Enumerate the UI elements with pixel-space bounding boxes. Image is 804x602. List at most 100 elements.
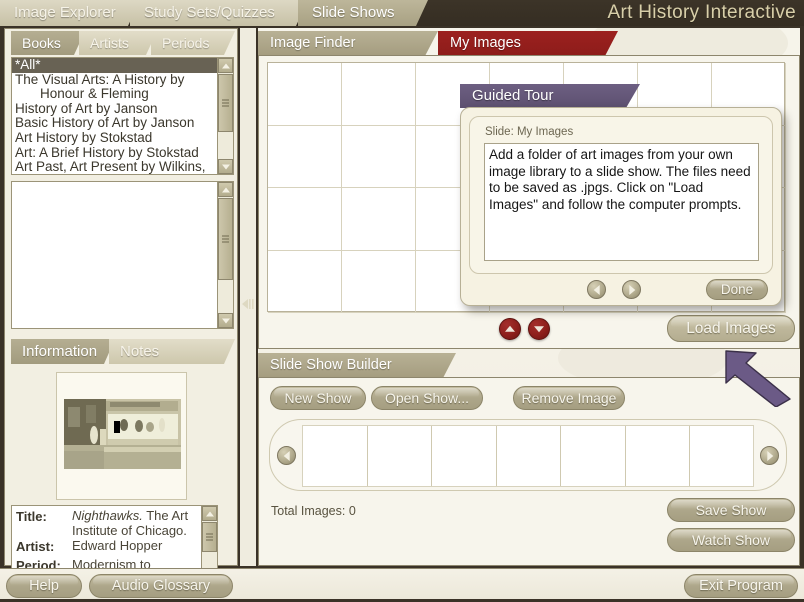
open-show-button[interactable]: Open Show... bbox=[371, 386, 483, 410]
remove-image-button[interactable]: Remove Image bbox=[513, 386, 625, 410]
slide-strip-slot[interactable] bbox=[561, 426, 626, 486]
guided-tour-dialog: Guided Tour Slide: My Images Add a folde… bbox=[460, 84, 782, 306]
guided-tour-body: Slide: My Images Add a folder of art ima… bbox=[460, 107, 782, 306]
books-scrollbar[interactable] bbox=[217, 57, 234, 175]
image-grid-cell[interactable] bbox=[342, 63, 416, 126]
image-grid-cell[interactable] bbox=[268, 250, 342, 313]
artwork-preview-frame bbox=[56, 372, 187, 500]
image-grid-cell[interactable] bbox=[342, 125, 416, 188]
slide-strip-slot[interactable] bbox=[368, 426, 433, 486]
panel-tab-my-images[interactable]: My Images bbox=[438, 31, 618, 56]
info-tab-notes[interactable]: Notes bbox=[109, 339, 235, 364]
left-tab-artists[interactable]: Artists bbox=[79, 31, 157, 55]
help-button[interactable]: Help bbox=[6, 574, 82, 598]
chevron-left-icon bbox=[593, 284, 600, 295]
artist-value: Edward Hopper bbox=[72, 538, 163, 553]
secondary-scroll-up-button[interactable] bbox=[218, 182, 233, 197]
title-label: Title: bbox=[16, 509, 47, 524]
slide-strip-slot[interactable] bbox=[497, 426, 562, 486]
secondary-scroll-thumb[interactable] bbox=[218, 198, 233, 280]
secondary-scrollbar[interactable] bbox=[217, 181, 234, 329]
image-grid-cell[interactable] bbox=[268, 125, 342, 188]
metadata-scroll-thumb[interactable] bbox=[202, 522, 217, 552]
secondary-listbox[interactable] bbox=[11, 181, 218, 329]
books-scroll-down-button[interactable] bbox=[218, 159, 233, 174]
panel-tab-label: My Images bbox=[450, 35, 521, 51]
slide-strip-slot[interactable] bbox=[690, 426, 753, 486]
chevron-left-icon bbox=[283, 450, 290, 461]
books-scroll-thumb[interactable] bbox=[218, 74, 233, 132]
guided-tour-title-tab: Guided Tour bbox=[460, 84, 640, 108]
main-tab-image-explorer[interactable]: Image Explorer bbox=[0, 0, 140, 26]
purple-arrow-pointer bbox=[724, 345, 796, 408]
triangle-down-icon bbox=[534, 326, 544, 333]
book-list-item[interactable]: Art: A Brief History by Stokstad bbox=[12, 145, 217, 161]
main-tab-label: Slide Shows bbox=[312, 4, 395, 21]
left-tab-label: Artists bbox=[90, 35, 129, 51]
slide-strip-slot[interactable] bbox=[432, 426, 497, 486]
strip-next-button[interactable] bbox=[760, 446, 779, 465]
slide-strip-slot[interactable] bbox=[303, 426, 368, 486]
left-tab-books[interactable]: Books bbox=[11, 31, 85, 55]
panel-tab-slide-show-builder[interactable]: Slide Show Builder bbox=[258, 353, 456, 378]
panel-tab-image-finder[interactable]: Image Finder bbox=[258, 31, 438, 56]
save-show-button[interactable]: Save Show bbox=[667, 498, 795, 522]
grip-lines-icon bbox=[222, 99, 229, 107]
artist-label: Artist: bbox=[16, 539, 55, 554]
book-list-item[interactable]: Honour & Fleming bbox=[12, 87, 217, 102]
left-tab-label: Periods bbox=[162, 35, 210, 51]
info-tab-information[interactable]: Information bbox=[11, 339, 115, 364]
image-grid-cell[interactable] bbox=[268, 188, 342, 251]
main-tab-slide-shows[interactable]: Slide Shows bbox=[298, 0, 428, 26]
main-tab-label: Image Explorer bbox=[14, 4, 116, 21]
guided-tour-next-button[interactable] bbox=[622, 280, 641, 299]
left-tab-periods[interactable]: Periods bbox=[151, 31, 235, 55]
splitter-collapse-handle[interactable] bbox=[242, 296, 256, 312]
guided-tour-done-button[interactable]: Done bbox=[706, 279, 768, 300]
footer-bar: Help Audio Glossary Exit Program bbox=[0, 568, 804, 602]
slide-show-builder-panel: New Show Open Show... Remove Image Total… bbox=[258, 377, 800, 566]
left-tab-label: Books bbox=[22, 35, 61, 51]
grip-lines-icon bbox=[222, 235, 229, 243]
image-grid-cell[interactable] bbox=[268, 63, 342, 126]
load-images-button[interactable]: Load Images bbox=[667, 315, 795, 342]
strip-prev-button[interactable] bbox=[277, 446, 296, 465]
book-list-item[interactable]: The Visual Arts: A History by bbox=[12, 72, 217, 88]
main-tab-study-sets-quizzes[interactable]: Study Sets/Quizzes bbox=[130, 0, 308, 26]
book-list-item[interactable]: History of Art by Janson bbox=[12, 101, 217, 117]
new-show-button[interactable]: New Show bbox=[270, 386, 366, 410]
panel-tab-label: Image Finder bbox=[270, 35, 356, 51]
image-grid-cell[interactable] bbox=[342, 250, 416, 313]
grip-lines-icon bbox=[206, 533, 213, 541]
book-list-item[interactable]: Basic History of Art by Janson bbox=[12, 116, 217, 131]
guided-tour-slide-label: Slide: My Images bbox=[485, 126, 574, 138]
book-list-item[interactable]: *All* bbox=[12, 58, 217, 73]
triangle-up-icon bbox=[221, 63, 230, 68]
audio-glossary-button[interactable]: Audio Glossary bbox=[89, 574, 233, 598]
left-panel: Books Artists Periods *All* The Visual Ar… bbox=[4, 28, 238, 587]
nighthawks-painting-image bbox=[64, 399, 181, 469]
chevron-right-icon bbox=[766, 450, 773, 461]
triangle-up-icon bbox=[205, 511, 214, 516]
chevron-right-icon bbox=[628, 284, 635, 295]
scroll-up-round-button[interactable] bbox=[499, 318, 521, 340]
secondary-scroll-down-button[interactable] bbox=[218, 313, 233, 328]
book-list-item[interactable]: Art Past, Art Present by Wilkins, bbox=[12, 160, 217, 174]
watch-show-button[interactable]: Watch Show bbox=[667, 528, 795, 552]
triangle-down-icon bbox=[221, 164, 230, 169]
book-list-item[interactable]: Art History by Stokstad bbox=[12, 130, 217, 146]
scroll-down-round-button[interactable] bbox=[528, 318, 550, 340]
title-value: Nighthawks. The Art Institute of Chicago… bbox=[72, 508, 215, 538]
books-scroll-up-button[interactable] bbox=[218, 58, 233, 73]
artwork-thumbnail bbox=[64, 399, 181, 469]
exit-program-button[interactable]: Exit Program bbox=[684, 574, 798, 598]
title-italic: Nighthawks. bbox=[72, 508, 143, 523]
slide-strip-slots[interactable] bbox=[302, 425, 754, 487]
slide-strip-slot[interactable] bbox=[626, 426, 691, 486]
metadata-scroll-up-button[interactable] bbox=[202, 506, 217, 521]
guided-tour-prev-button[interactable] bbox=[587, 280, 606, 299]
guided-tour-inner-frame: Slide: My Images Add a folder of art ima… bbox=[469, 116, 773, 274]
books-listbox[interactable]: *All* The Visual Arts: A History by Honour… bbox=[11, 57, 218, 175]
image-grid-cell[interactable] bbox=[342, 188, 416, 251]
guided-tour-text: Add a folder of art images from your own… bbox=[484, 143, 759, 261]
